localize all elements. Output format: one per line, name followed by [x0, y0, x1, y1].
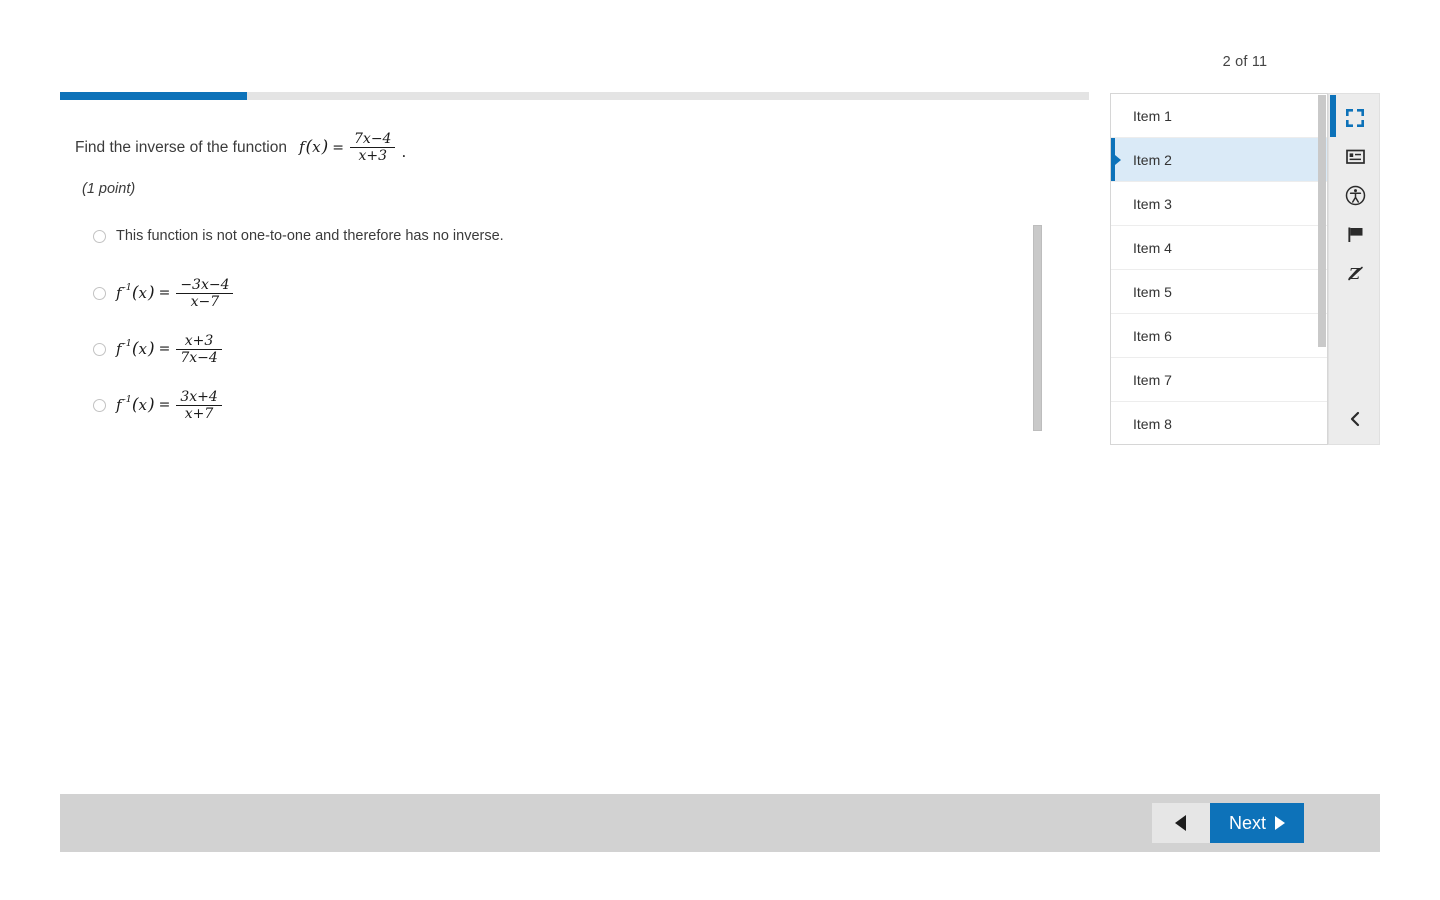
option-4-denominator: x+7 — [184, 405, 214, 422]
item-list-row-1[interactable]: Item 1 — [1111, 94, 1327, 138]
stem-formula: f(x) = 7x−4 x+3 — [299, 132, 398, 163]
item-list-row-5[interactable]: Item 5 — [1111, 270, 1327, 314]
item-list-row-8-label: Item 8 — [1133, 415, 1172, 432]
option-2-open-paren: ( — [131, 282, 139, 303]
question-area: Find the inverse of the function f(x) = … — [60, 110, 1060, 433]
collapse-panel-button[interactable] — [1329, 404, 1381, 438]
fullscreen-icon — [1345, 108, 1365, 128]
option-4-arg: x — [138, 395, 147, 414]
fullscreen-button[interactable] — [1329, 98, 1381, 137]
question-stem-text: Find the inverse of the function — [75, 138, 287, 156]
option-3-close-paren: ) — [147, 338, 155, 359]
bottom-navigation-bar: Next — [60, 794, 1380, 852]
content-scrollbar-thumb[interactable] — [1033, 225, 1042, 431]
rail-active-indicator — [1330, 95, 1336, 137]
strikethrough-z-icon: Z — [1346, 264, 1365, 283]
option-2-close-paren: ) — [147, 282, 155, 303]
stem-equals: = — [332, 139, 345, 156]
item-list-row-1-label: Item 1 — [1133, 107, 1172, 124]
stem-open-paren: ( — [305, 137, 313, 157]
option-3-arg: x — [138, 339, 147, 358]
tool-icon-rail: Z — [1328, 93, 1380, 445]
item-list-row-6-label: Item 6 — [1133, 327, 1172, 344]
option-2-fraction: −3x−4 x−7 — [176, 276, 234, 310]
item-list-row-8[interactable]: Item 8 — [1111, 402, 1327, 444]
radio-button-3[interactable] — [93, 342, 106, 356]
answer-options-list: This function is not one-to-one and ther… — [60, 219, 1060, 433]
flag-icon — [1346, 225, 1365, 244]
items-panel: Item 1 Item 2 Item 3 Item 4 Item 5 Item … — [1110, 93, 1328, 445]
option-2-arg: x — [138, 283, 147, 302]
stem-numerator: 7x−4 — [354, 131, 392, 147]
option-3-numerator: x+3 — [184, 332, 214, 349]
next-button-label: Next — [1228, 812, 1266, 833]
strikethrough-z-button[interactable]: Z — [1329, 254, 1381, 293]
option-2-function-name: f — [116, 283, 122, 302]
flag-button[interactable] — [1329, 215, 1381, 254]
option-4-close-paren: ) — [147, 394, 155, 415]
item-list-row-4-label: Item 4 — [1133, 239, 1172, 256]
option-4-fraction: 3x+4 x+7 — [176, 388, 222, 422]
previous-button[interactable] — [1151, 803, 1210, 843]
item-list-row-5-label: Item 5 — [1133, 283, 1172, 300]
question-stem: Find the inverse of the function f(x) = … — [60, 110, 1060, 163]
radio-button-1[interactable] — [93, 229, 106, 243]
next-button[interactable]: Next — [1209, 803, 1304, 843]
option-2-equals: = — [158, 285, 171, 301]
answer-option-4[interactable]: f -1(x) = 3x+4 x+7 — [60, 377, 1060, 433]
option-2-exponent: -1 — [122, 282, 132, 294]
collapse-chevron-left-icon — [1348, 411, 1362, 432]
option-4-equals: = — [158, 397, 171, 413]
item-list-row-7-label: Item 7 — [1133, 371, 1172, 388]
stem-function-arg: x — [312, 138, 321, 156]
answer-option-2[interactable]: f -1(x) = −3x−4 x−7 — [60, 265, 1060, 321]
option-4-open-paren: ( — [131, 394, 139, 415]
option-2-denominator: x−7 — [190, 293, 220, 310]
option-3-equals: = — [158, 341, 171, 357]
accessibility-icon — [1345, 185, 1366, 206]
option-3-function-name: f — [116, 339, 122, 358]
item-list-row-2[interactable]: Item 2 — [1111, 138, 1327, 182]
answer-option-4-formula: f -1(x) = 3x+4 x+7 — [116, 390, 224, 421]
progress-bar-fill — [60, 92, 248, 100]
item-list-row-3[interactable]: Item 3 — [1111, 182, 1327, 226]
item-list-row-7[interactable]: Item 7 — [1111, 358, 1327, 402]
points-label: (1 point) — [82, 181, 136, 197]
answer-option-2-formula: f -1(x) = −3x−4 x−7 — [116, 278, 235, 309]
stem-trailing-period: . — [401, 143, 407, 161]
item-list-button[interactable] — [1329, 137, 1381, 176]
option-2-numerator: −3x−4 — [180, 276, 230, 293]
option-3-exponent: -1 — [122, 338, 132, 350]
item-list-icon — [1345, 147, 1365, 166]
radio-button-2[interactable] — [93, 286, 106, 300]
stem-denominator: x+3 — [358, 148, 388, 164]
option-4-function-name: f — [116, 395, 122, 414]
item-list-row-6[interactable]: Item 6 — [1111, 314, 1327, 358]
stem-fraction: 7x−4 x+3 — [350, 131, 396, 164]
progress-bar-track — [60, 92, 1089, 100]
item-list-row-2-label: Item 2 — [1133, 151, 1172, 168]
answer-option-3-formula: f -1(x) = x+3 7x−4 — [116, 334, 224, 365]
arrow-right-icon — [1275, 816, 1285, 830]
items-panel-scrollbar-thumb[interactable] — [1318, 95, 1326, 347]
item-list-row-3-label: Item 3 — [1133, 195, 1172, 212]
answer-option-3[interactable]: f -1(x) = x+3 7x−4 — [60, 321, 1060, 377]
answer-option-1-label: This function is not one-to-one and ther… — [116, 228, 504, 244]
option-3-open-paren: ( — [131, 338, 139, 359]
option-4-exponent: -1 — [122, 394, 132, 406]
radio-button-4[interactable] — [93, 398, 106, 412]
option-4-numerator: 3x+4 — [180, 388, 218, 405]
item-list-row-4[interactable]: Item 4 — [1111, 226, 1327, 270]
stem-function-name: f — [298, 138, 305, 156]
stem-close-paren: ) — [321, 137, 329, 157]
answer-option-1[interactable]: This function is not one-to-one and ther… — [60, 219, 1060, 253]
option-3-denominator: 7x−4 — [180, 349, 218, 366]
navigation-buttons: Next — [1151, 803, 1304, 843]
option-3-fraction: x+3 7x−4 — [176, 332, 222, 366]
accessibility-button[interactable] — [1329, 176, 1381, 215]
selected-marker-arrow-icon — [1115, 154, 1121, 165]
page-counter: 2 of 11 — [1222, 54, 1268, 70]
arrow-left-icon — [1175, 815, 1187, 831]
